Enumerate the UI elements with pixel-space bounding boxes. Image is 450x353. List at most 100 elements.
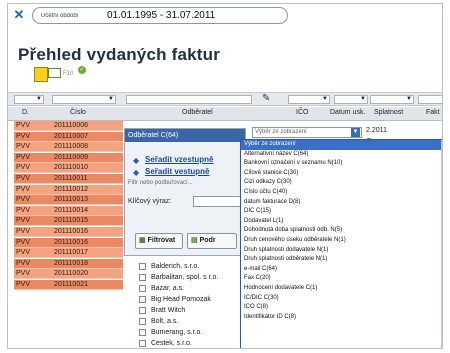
- dropdown-option[interactable]: Dohodnutá doba splatnosti odb. N(5): [241, 226, 442, 236]
- filter-button[interactable]: ▦ Filtrovat: [135, 233, 183, 249]
- col-header-odberatel[interactable]: Odběratel: [182, 109, 213, 116]
- cell-d: PVV: [14, 142, 52, 153]
- dropdown-option[interactable]: Alternativní název C(64): [241, 150, 442, 160]
- list-item[interactable]: Bolt, a.s.: [131, 316, 221, 327]
- cell-cislo: 201110016: [52, 237, 123, 248]
- checkbox[interactable]: [139, 318, 146, 325]
- dropdown-option[interactable]: Číslo účtu C(40): [241, 188, 442, 198]
- filter-button-label: Filtrovat: [147, 237, 176, 244]
- col-header-datum[interactable]: Datum usk.: [330, 109, 365, 116]
- col-header-ico[interactable]: IČO: [296, 109, 308, 116]
- detail-button[interactable]: ▤ Podr: [187, 233, 237, 249]
- scroll-down-icon[interactable]: ▼: [442, 342, 443, 349]
- col-header-cislo[interactable]: Číslo: [70, 109, 86, 116]
- dropdown-option[interactable]: Druh cenového úseku odběratele N(1): [241, 236, 442, 246]
- filter-fakt[interactable]: [418, 95, 442, 104]
- dropdown-option[interactable]: IČO C(8): [241, 303, 442, 313]
- close-icon[interactable]: ✕: [11, 7, 27, 23]
- cell-d: PVV: [14, 269, 52, 280]
- cell-d: PVV: [14, 226, 52, 237]
- filter-splatnost[interactable]: ▼: [370, 95, 414, 104]
- folder-icon[interactable]: [34, 67, 48, 82]
- keyword-input[interactable]: [193, 196, 243, 207]
- list-item[interactable]: Bazar, a.s.: [131, 283, 221, 294]
- dropdown-option[interactable]: DIČ C(15): [241, 207, 442, 217]
- cell-cislo: 201110015: [52, 216, 123, 227]
- dropdown-scrollbar[interactable]: ▲ ▼: [441, 140, 443, 349]
- customer-name: Big Head Pomozak: [151, 296, 211, 303]
- list-item[interactable]: Balderich, s.r.o.: [131, 261, 221, 272]
- filter-icon: ▦: [139, 237, 146, 244]
- dropdown-option[interactable]: Hodnocení dodavatele C(1): [241, 284, 442, 294]
- check-icon: ✓: [78, 66, 86, 74]
- cell-cislo: 201110012: [52, 184, 123, 195]
- cell-d: PVV: [14, 152, 52, 163]
- dropdown-option[interactable]: e-mail C(64): [241, 265, 442, 275]
- list-item[interactable]: Bumerang, s.r.o.: [131, 327, 221, 338]
- scroll-up-icon[interactable]: ▲: [442, 140, 443, 147]
- cell-d: PVV: [14, 173, 52, 184]
- cell-cislo: 201110007: [52, 131, 123, 142]
- sort-desc-link[interactable]: Seřadit vestupně: [145, 167, 209, 176]
- period-bar: ✕ Účetní období 01.01.1995 - 31.07.2011: [8, 4, 442, 26]
- cell-cislo: 201110017: [52, 248, 123, 259]
- checkbox[interactable]: [139, 285, 146, 292]
- period-value: 01.01.1995 - 31.07.2011: [107, 10, 216, 21]
- app-window: ✕ Účetní období 01.01.1995 - 31.07.2011 …: [7, 3, 443, 349]
- checkbox[interactable]: [139, 296, 146, 303]
- sort-asc-link[interactable]: Seřadit vzestupně: [145, 155, 213, 164]
- column-dropdown-list[interactable]: Výběr ze zobrazení Alternativní název C(…: [240, 139, 443, 349]
- dropdown-option[interactable]: datum fakturace D(8): [241, 198, 442, 208]
- cell-d: PVV: [14, 184, 52, 195]
- cell-date: 2.2011: [366, 127, 387, 134]
- customer-checklist: Balderich, s.r.o. Barbalitan, spol. s r.…: [131, 261, 221, 348]
- filter-datum[interactable]: ▼: [334, 95, 368, 104]
- sort-desc-icon: ◆: [133, 168, 140, 177]
- chevron-down-icon[interactable]: ▼: [351, 128, 360, 137]
- cell-cislo: 201110018: [52, 258, 123, 269]
- filter-hint: Filtr nebo podbuřovací...: [128, 180, 193, 186]
- cell-cislo: 201110020: [52, 269, 123, 280]
- dropdown-option[interactable]: Identifikátor ID C(8): [241, 313, 442, 323]
- checkbox[interactable]: [139, 307, 146, 314]
- dropdown-option[interactable]: Druh splatnosti dodavatele N(1): [241, 246, 442, 256]
- cell-d: PVV: [14, 248, 52, 259]
- filter-d[interactable]: ▼: [14, 95, 44, 104]
- period-selector[interactable]: Účetní období 01.01.1995 - 31.07.2011: [32, 7, 288, 24]
- sort-asc-icon: ◆: [133, 156, 140, 165]
- filter-cislo[interactable]: ▼: [52, 95, 116, 104]
- checkbox[interactable]: [139, 340, 146, 347]
- checkbox[interactable]: [139, 263, 146, 270]
- dropdown-option[interactable]: Cizí odkazy C(30): [241, 178, 442, 188]
- cell-cislo: 201110016: [52, 226, 123, 237]
- filter-ico[interactable]: ▼: [288, 95, 330, 104]
- list-item[interactable]: Big Head Pomozak: [131, 294, 221, 305]
- customer-name: Cestek, s.r.o.: [151, 340, 192, 347]
- checkbox[interactable]: [139, 329, 146, 336]
- list-item[interactable]: Barbalitan, spol. s r.o.: [131, 272, 221, 283]
- column-select[interactable]: Výběr ze zobrazení: [252, 127, 362, 138]
- dropdown-option[interactable]: IČ/DIČ C(30): [241, 294, 442, 304]
- dropdown-option[interactable]: Druh splatnosti odběratele N(1): [241, 255, 442, 265]
- cell-cislo: 201110014: [52, 205, 123, 216]
- cell-cislo: 201110011: [52, 173, 123, 184]
- col-header-d[interactable]: D.: [22, 109, 29, 116]
- dropdown-option[interactable]: Dodavatel L(1): [241, 217, 442, 227]
- col-header-splatnost[interactable]: Splatnost: [374, 109, 403, 116]
- document-icon[interactable]: [48, 68, 61, 78]
- dropdown-option[interactable]: Bankovní označení v seznamu N(10): [241, 159, 442, 169]
- dropdown-option[interactable]: Fax C(20): [241, 274, 442, 284]
- list-item[interactable]: Bratt Witch: [131, 305, 221, 316]
- cell-d: PVV: [14, 279, 52, 290]
- detail-icon: ▤: [191, 237, 198, 244]
- grid-header: D. Číslo Odběratel IČO Datum usk. Splatn…: [8, 107, 442, 121]
- col-header-fakt[interactable]: Fakt: [426, 109, 440, 116]
- checkbox[interactable]: [139, 274, 146, 281]
- dropdown-option[interactable]: Cílové stanice C(30): [241, 169, 442, 179]
- list-item[interactable]: Cestek, s.r.o.: [131, 338, 221, 348]
- dropdown-option[interactable]: Výběr ze zobrazení: [241, 140, 442, 150]
- pencil-icon[interactable]: ✎: [262, 93, 270, 104]
- column-filter-panel: Odběratel C(64) ◆ Seřadit vzestupně ◆ Se…: [124, 128, 246, 256]
- filter-odberatel[interactable]: [126, 95, 252, 104]
- cell-cislo: 201110009: [52, 152, 123, 163]
